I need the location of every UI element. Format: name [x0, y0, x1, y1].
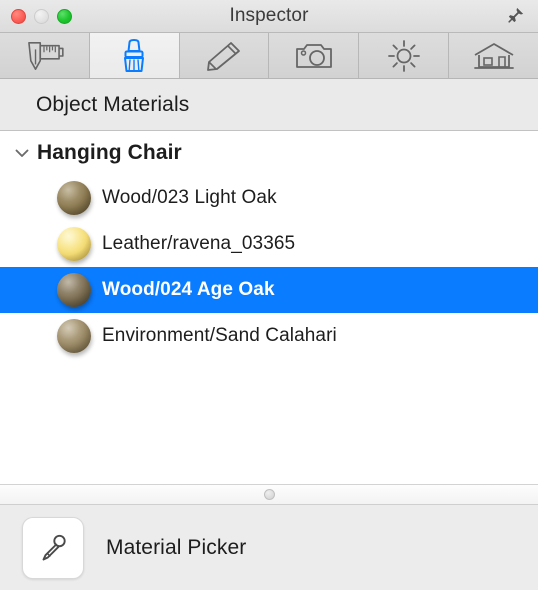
tab-measure[interactable] [0, 33, 90, 78]
paintbrush-icon [114, 38, 154, 73]
material-label: Wood/024 Age Oak [102, 279, 275, 300]
chevron-down-icon[interactable] [11, 142, 33, 164]
resize-grip-icon[interactable] [263, 489, 275, 500]
house-icon [473, 41, 515, 71]
material-label: Wood/023 Light Oak [102, 187, 277, 208]
title-bar: Inspector [0, 0, 538, 33]
zoom-button[interactable] [57, 8, 72, 24]
list-item[interactable]: Environment/Sand Calahari [0, 313, 538, 359]
section-header: Object Materials [0, 79, 538, 131]
material-label: Leather/ravena_03365 [102, 233, 296, 254]
material-swatch [57, 273, 91, 307]
tab-edit[interactable] [179, 33, 270, 78]
panel-splitter[interactable] [0, 484, 538, 505]
material-swatch [57, 181, 91, 215]
pushpin-icon [505, 6, 525, 26]
pin-button[interactable] [502, 4, 528, 28]
list-item[interactable]: Wood/023 Light Oak [0, 175, 538, 221]
material-picker-label: Material Picker [106, 535, 247, 559]
eyedropper-icon [36, 531, 70, 565]
tab-light[interactable] [359, 33, 450, 78]
page-title: Object Materials [36, 92, 190, 116]
footer-bar: Material Picker [0, 505, 538, 590]
window-title: Inspector [229, 5, 309, 26]
pencil-icon [205, 40, 243, 72]
minimize-button[interactable] [34, 8, 49, 24]
material-swatch [57, 227, 91, 261]
inspector-window: Inspector Object Materials Hanging Chair… [0, 0, 538, 590]
group-label: Hanging Chair [37, 141, 182, 164]
list-item[interactable]: Leather/ravena_03365 [0, 221, 538, 267]
materials-list: Hanging Chair Wood/023 Light Oak Leather… [0, 131, 538, 484]
camera-icon [294, 41, 334, 71]
list-item[interactable]: Wood/024 Age Oak [0, 267, 538, 313]
tab-camera[interactable] [269, 33, 360, 78]
sun-icon [387, 39, 421, 73]
material-swatch [57, 319, 91, 353]
traffic-light-group [11, 8, 72, 24]
material-picker-button[interactable] [22, 516, 84, 579]
group-row-hanging-chair[interactable]: Hanging Chair [0, 131, 538, 175]
inspector-tab-strip [0, 33, 538, 79]
tab-scene[interactable] [449, 33, 538, 78]
material-label: Environment/Sand Calahari [102, 325, 337, 346]
tab-materials[interactable] [89, 33, 180, 78]
caliper-icon [23, 40, 65, 72]
close-button[interactable] [11, 8, 26, 24]
